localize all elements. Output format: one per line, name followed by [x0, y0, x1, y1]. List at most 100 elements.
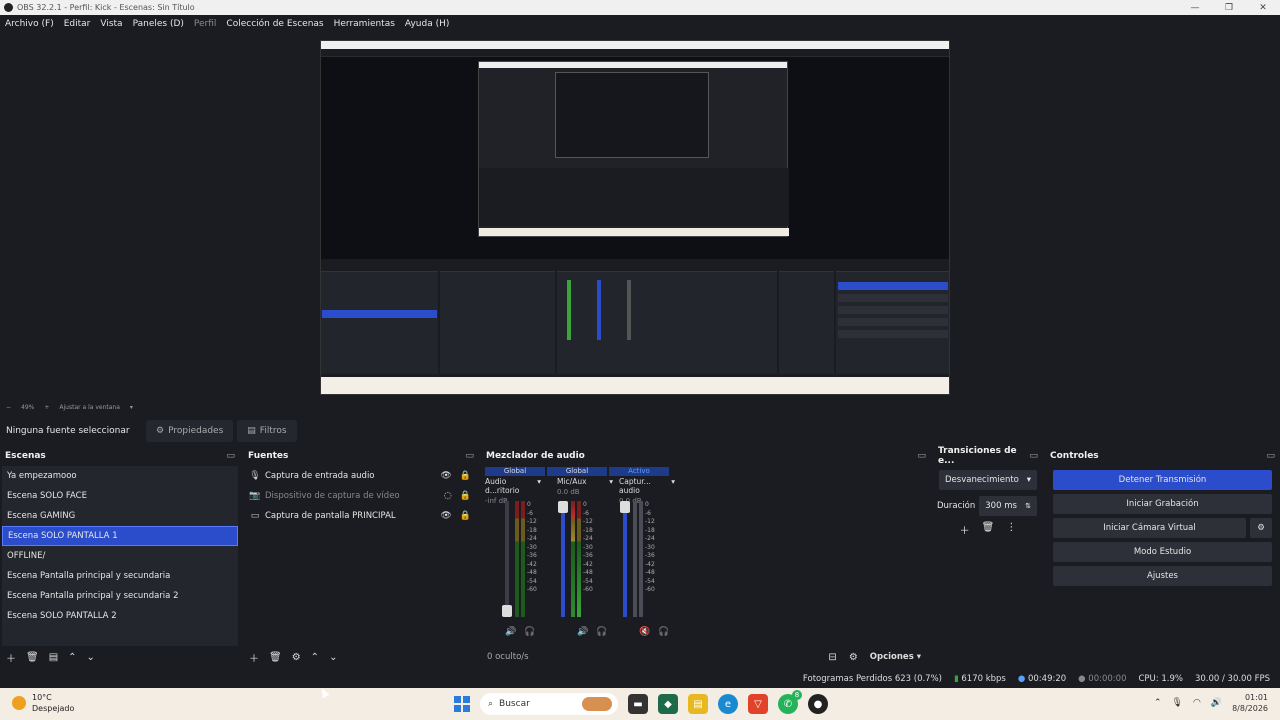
scene-item[interactable]: Ya empezamooo	[2, 466, 238, 486]
add-transition-icon[interactable]: ＋	[960, 522, 970, 537]
nested-meter	[597, 280, 601, 340]
chevron-down-icon[interactable]: ▾	[671, 477, 675, 495]
chevron-up-icon[interactable]: ⌃	[1154, 698, 1162, 708]
taskbar-search[interactable]: ⌕ Buscar	[480, 693, 618, 715]
settings-button[interactable]: Ajustes	[1053, 566, 1272, 586]
dock-float-icon[interactable]: ▭	[1029, 451, 1038, 461]
preview-canvas[interactable]	[320, 40, 950, 395]
source-item[interactable]: 📷 Dispositivo de captura de vídeo ◌ 🔒	[245, 486, 477, 506]
remove-scene-icon[interactable]: 🗑	[26, 652, 39, 663]
fader-knob[interactable]	[620, 501, 630, 513]
channel-name[interactable]: Mic/Aux ▾	[557, 477, 617, 486]
move-up-icon[interactable]: ⌃	[311, 652, 319, 663]
headphones-icon[interactable]: 🎧	[596, 627, 607, 637]
menu-vista[interactable]: Vista	[95, 19, 127, 29]
fader-knob[interactable]	[502, 605, 512, 617]
whatsapp-icon[interactable]: ✆ 8	[778, 690, 802, 714]
add-source-icon[interactable]: ＋	[249, 650, 259, 665]
start-virtual-camera-button[interactable]: Iniciar Cámara Virtual	[1053, 518, 1246, 538]
channel-name[interactable]: Captur... audio ▾	[619, 477, 679, 495]
headphones-icon[interactable]: 🎧	[524, 627, 535, 637]
scene-filters-icon[interactable]: ▤	[49, 652, 58, 663]
remove-transition-icon[interactable]: 🗑	[982, 522, 995, 537]
filters-button[interactable]: ▤ Filtros	[237, 420, 297, 442]
lock-icon[interactable]: 🔒	[460, 511, 471, 521]
zoom-out-button[interactable]: −	[6, 404, 11, 411]
fit-to-window-label[interactable]: Ajustar a la ventana	[59, 404, 120, 411]
volume-fader[interactable]	[558, 501, 568, 617]
remove-source-icon[interactable]: 🗑	[269, 652, 282, 663]
lock-icon[interactable]: 🔒	[460, 471, 471, 481]
minimize-button[interactable]: —	[1178, 0, 1212, 15]
volume-fader[interactable]	[620, 501, 630, 617]
start-recording-button[interactable]: Iniciar Grabación	[1053, 494, 1272, 514]
source-settings-icon[interactable]: ⚙	[292, 652, 301, 663]
menu-coleccion[interactable]: Colección de Escenas	[221, 19, 328, 29]
volume-fader[interactable]	[502, 501, 512, 617]
brave-icon[interactable]: ▽	[748, 694, 768, 714]
file-explorer-icon[interactable]: ▤	[688, 694, 708, 714]
maximize-button[interactable]: ❐	[1212, 0, 1246, 15]
windows-start-icon[interactable]	[454, 696, 470, 712]
chevron-down-icon[interactable]: ▾	[609, 477, 613, 486]
weather-widget[interactable]: 10°C Despejado	[12, 692, 74, 714]
move-down-icon[interactable]: ⌄	[87, 652, 95, 663]
clock[interactable]: 01:01 8/8/2026	[1232, 692, 1268, 714]
dock-float-icon[interactable]: ▭	[1266, 451, 1275, 461]
microphone-icon[interactable]: 🎙	[1172, 698, 1183, 708]
close-button[interactable]: ✕	[1246, 0, 1280, 15]
dock-float-icon[interactable]: ▭	[917, 451, 926, 461]
scene-item[interactable]: Escena SOLO PANTALLA 2	[2, 606, 238, 626]
move-down-icon[interactable]: ⌄	[329, 652, 337, 663]
menu-editar[interactable]: Editar	[59, 19, 96, 29]
source-item[interactable]: 🎙 Captura de entrada audio 👁 🔒	[245, 466, 477, 486]
speaker-icon[interactable]: 🔊	[505, 627, 516, 637]
eye-icon[interactable]: 👁	[440, 471, 451, 481]
more-options-icon[interactable]: ⋮	[1006, 522, 1016, 537]
headphones-icon[interactable]: 🎧	[658, 627, 669, 637]
speaker-muted-icon[interactable]: 🔇	[639, 627, 650, 637]
lock-icon[interactable]: 🔒	[460, 491, 471, 501]
menu-perfil[interactable]: Perfil	[189, 19, 222, 29]
menu-paneles[interactable]: Paneles (D)	[128, 19, 189, 29]
dock-float-icon[interactable]: ▭	[226, 451, 235, 461]
task-view-icon[interactable]: ▬	[628, 694, 648, 714]
wifi-icon[interactable]: ◠	[1193, 698, 1201, 708]
move-up-icon[interactable]: ⌃	[68, 652, 76, 663]
transition-type-select[interactable]: Desvanecimiento ▾	[939, 470, 1037, 490]
menu-herramientas[interactable]: Herramientas	[329, 19, 400, 29]
obs-icon[interactable]: ●	[808, 694, 828, 714]
source-item[interactable]: ▭ Captura de pantalla PRINCIPAL 👁 🔒	[245, 506, 477, 526]
scene-item[interactable]: Escena GAMING	[2, 506, 238, 526]
layout-icon[interactable]: ⊟	[828, 652, 836, 663]
eye-icon[interactable]: 👁	[440, 511, 451, 521]
virtual-camera-settings-button[interactable]: ⚙	[1250, 518, 1272, 538]
stop-streaming-button[interactable]: Detener Transmisión	[1053, 470, 1272, 490]
volume-icon[interactable]: 🔊	[1211, 698, 1222, 708]
eye-off-icon[interactable]: ◌	[444, 491, 452, 501]
advanced-audio-icon[interactable]: ⚙	[849, 652, 858, 663]
scene-item[interactable]: OFFLINE/	[2, 546, 238, 566]
spin-icon[interactable]: ⇅	[1025, 502, 1031, 510]
studio-mode-button[interactable]: Modo Estudio	[1053, 542, 1272, 562]
app-icon[interactable]: ◆	[658, 694, 678, 714]
scene-item[interactable]: Escena Pantalla principal y secundaria 2	[2, 586, 238, 606]
scene-item[interactable]: Escena Pantalla principal y secundaria	[2, 566, 238, 586]
preview-area[interactable]	[0, 33, 1280, 400]
options-button[interactable]: Opciones ▾	[870, 652, 921, 662]
duration-input[interactable]: 300 ms ⇅	[979, 496, 1037, 516]
fader-knob[interactable]	[558, 501, 568, 513]
edge-icon[interactable]: e	[718, 694, 738, 714]
menu-archivo[interactable]: Archivo (F)	[0, 19, 59, 29]
chevron-down-icon[interactable]: ▾	[537, 477, 541, 495]
zoom-in-button[interactable]: +	[44, 404, 49, 411]
properties-button[interactable]: ⚙ Propiedades	[146, 420, 234, 442]
speaker-icon[interactable]: 🔊	[577, 627, 588, 637]
scene-item[interactable]: Escena SOLO FACE	[2, 486, 238, 506]
dock-float-icon[interactable]: ▭	[465, 451, 474, 461]
channel-name[interactable]: Audio d...ritorio ▾	[485, 477, 545, 495]
scene-item-selected[interactable]: Escena SOLO PANTALLA 1	[2, 526, 238, 546]
menu-ayuda[interactable]: Ayuda (H)	[400, 19, 454, 29]
zoom-dropdown-icon[interactable]: ▾	[130, 404, 133, 411]
add-scene-icon[interactable]: ＋	[6, 650, 16, 665]
